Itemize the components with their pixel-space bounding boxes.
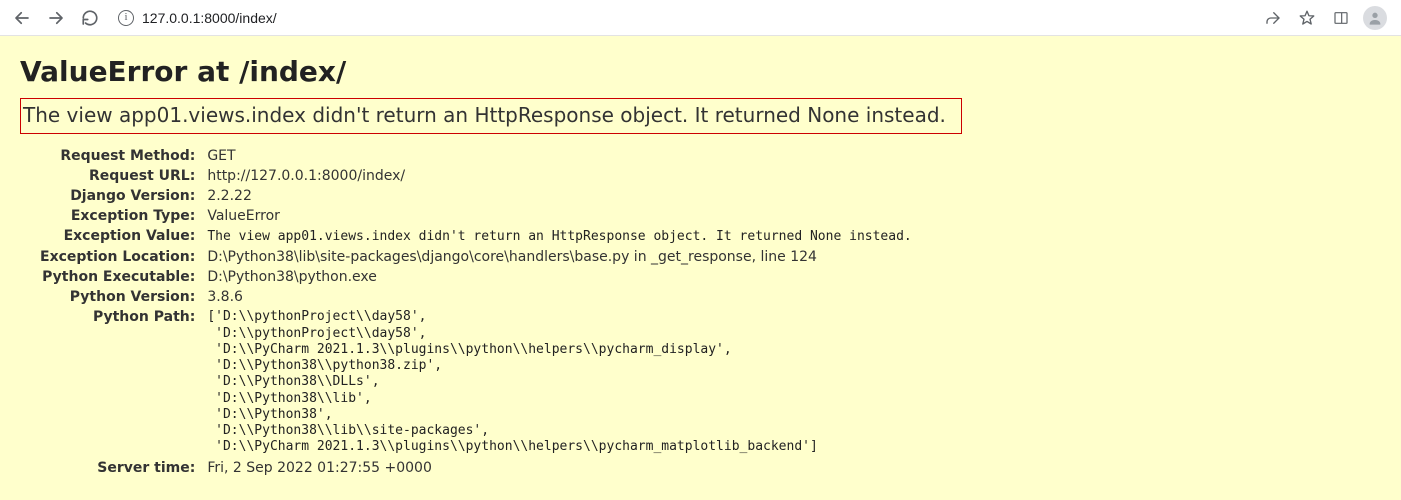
meta-value-mono: The view app01.views.index didn't return… [207,229,911,244]
table-row: Exception Type: ValueError [40,206,912,226]
share-icon[interactable] [1259,4,1287,32]
table-row: Python Path: ['D:\\pythonProject\\day58'… [40,307,912,457]
bookmark-star-icon[interactable] [1293,4,1321,32]
meta-value: D:\Python38\lib\site-packages\django\cor… [201,247,911,267]
django-error-page: ValueError at /index/ The view app01.vie… [0,36,1401,500]
meta-label: Request URL: [40,166,201,186]
meta-label: Server time: [40,458,201,478]
profile-avatar[interactable] [1361,4,1389,32]
address-bar[interactable]: i 127.0.0.1:8000/index/ [110,4,1253,32]
table-row: Django Version: 2.2.22 [40,186,912,206]
forward-button[interactable] [42,4,70,32]
table-row: Request URL: http://127.0.0.1:8000/index… [40,166,912,186]
exception-message: The view app01.views.index didn't return… [20,98,962,134]
reload-button[interactable] [76,4,104,32]
site-info-icon[interactable]: i [118,10,134,26]
table-row: Python Version: 3.8.6 [40,287,912,307]
back-button[interactable] [8,4,36,32]
table-row: Exception Location: D:\Python38\lib\site… [40,247,912,267]
table-row: Exception Value: The view app01.views.in… [40,226,912,247]
panel-icon[interactable] [1327,4,1355,32]
toolbar-right [1259,4,1393,32]
meta-value: 3.8.6 [201,287,911,307]
meta-value: 2.2.22 [201,186,911,206]
meta-value: GET [201,146,911,166]
meta-label: Exception Type: [40,206,201,226]
meta-label: Exception Value: [40,226,201,247]
meta-label: Python Executable: [40,267,201,287]
meta-value: ValueError [201,206,911,226]
meta-value: D:\Python38\python.exe [201,267,911,287]
request-meta-table: Request Method: GET Request URL: http://… [40,146,912,478]
browser-toolbar: i 127.0.0.1:8000/index/ [0,0,1401,36]
url-text: 127.0.0.1:8000/index/ [142,10,277,26]
meta-label: Exception Location: [40,247,201,267]
table-row: Python Executable: D:\Python38\python.ex… [40,267,912,287]
table-row: Server time: Fri, 2 Sep 2022 01:27:55 +0… [40,458,912,478]
meta-label: Request Method: [40,146,201,166]
meta-value: Fri, 2 Sep 2022 01:27:55 +0000 [201,458,911,478]
meta-label: Django Version: [40,186,201,206]
page-title: ValueError at /index/ [20,55,1381,88]
meta-label: Python Version: [40,287,201,307]
meta-label: Python Path: [40,307,201,457]
python-path-list: ['D:\\pythonProject\\day58', 'D:\\python… [207,309,911,455]
meta-value: http://127.0.0.1:8000/index/ [201,166,911,186]
table-row: Request Method: GET [40,146,912,166]
